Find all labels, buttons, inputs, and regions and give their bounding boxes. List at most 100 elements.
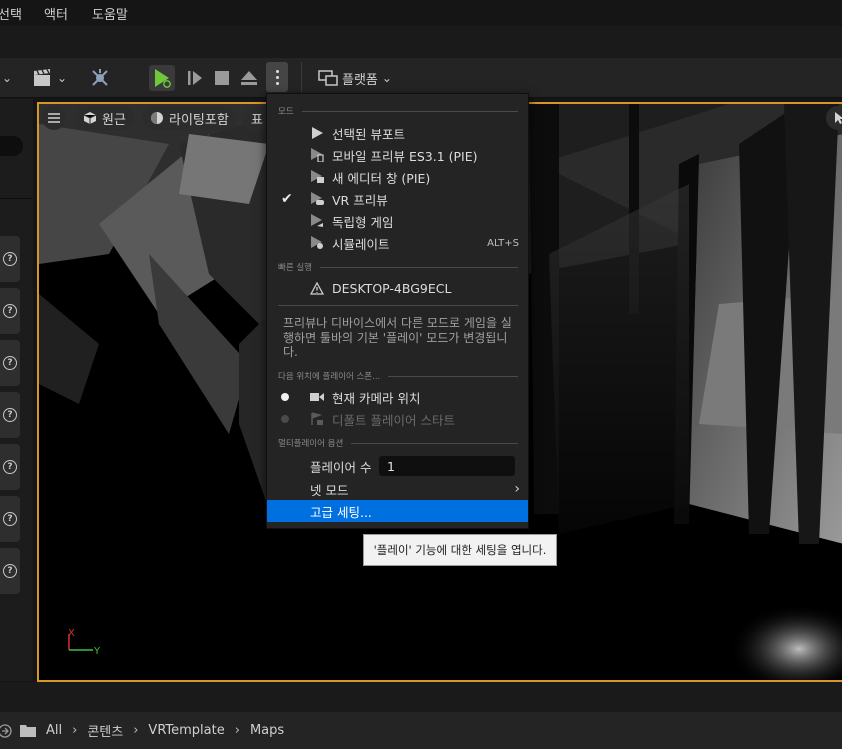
radio-selected-icon xyxy=(281,393,289,401)
help-button[interactable]: ? xyxy=(0,236,20,282)
breadcrumb-vrtemplate[interactable]: VRTemplate xyxy=(148,723,224,738)
breadcrumb-all[interactable]: All xyxy=(46,723,62,738)
play-icon xyxy=(155,69,171,88)
platform-label: 플랫폼 xyxy=(342,72,378,88)
camera-icon xyxy=(309,389,325,405)
help-button[interactable]: ? xyxy=(0,392,20,438)
eject-button[interactable] xyxy=(237,58,261,98)
section-modes: 모드 xyxy=(278,105,518,117)
platform-dropdown[interactable]: 플랫폼 ⌄ xyxy=(318,66,392,90)
axis-y-label: Y xyxy=(94,646,101,657)
tab-strip xyxy=(0,26,842,58)
menu-item-device[interactable]: DESKTOP-4BG9ECL xyxy=(267,277,528,299)
play-options-menu: 모드 선택된 뷰포트 모바일 프리뷰 ES3.1 (PIE) 새 에디터 창 (… xyxy=(266,93,529,529)
menu-item-vr-preview[interactable]: ✔ VR 프리뷰 xyxy=(267,188,528,210)
shortcut-label: ALT+S xyxy=(487,237,519,249)
section-spawn: 다음 위치에 플레이어 스폰... xyxy=(278,370,518,382)
toolbar-divider xyxy=(301,62,302,92)
radio-current-camera[interactable]: 현재 카메라 위치 xyxy=(267,386,528,408)
more-options-button[interactable] xyxy=(266,62,288,92)
section-multiplayer: 멀티플레이어 옵션 xyxy=(278,437,518,449)
platform-icon xyxy=(318,70,338,86)
checkmark-icon: ✔ xyxy=(281,191,293,207)
search-input[interactable] xyxy=(0,136,23,156)
frame-advance-icon xyxy=(188,71,202,85)
panel-divider xyxy=(0,198,33,199)
help-icon: ? xyxy=(3,564,17,578)
clapperboard-icon xyxy=(33,69,50,86)
perspective-label: 원근 xyxy=(102,112,126,128)
selection-marker xyxy=(546,104,564,106)
new-window-icon xyxy=(309,169,325,185)
vr-preview-icon xyxy=(309,191,325,207)
blueprint-icon xyxy=(92,69,108,86)
menu-item-advanced-settings[interactable]: 고급 세팅... xyxy=(267,500,528,522)
chevron-right-icon: › xyxy=(514,481,520,497)
lighting-button[interactable]: 라이팅포함 xyxy=(142,106,237,130)
player-count-label: 플레이어 수 xyxy=(310,459,372,475)
help-icon: ? xyxy=(3,356,17,370)
simulate-icon xyxy=(309,235,325,251)
frame-advance-button[interactable] xyxy=(183,58,207,98)
radio-unselected-icon xyxy=(281,415,289,423)
menu-actor[interactable]: 액터 xyxy=(44,4,68,23)
hamburger-icon xyxy=(48,113,60,123)
breadcrumb-content[interactable]: 콘텐츠 xyxy=(87,721,123,740)
cinematics-button[interactable]: ⌄ xyxy=(30,58,70,98)
mode-dropdown[interactable]: ⌄ xyxy=(0,58,14,98)
play-icon xyxy=(309,125,325,141)
menu-bar: 선택 액터 도움말 xyxy=(0,0,842,26)
help-button[interactable]: ? xyxy=(0,496,20,542)
standalone-icon xyxy=(309,213,325,229)
show-label: 표 xyxy=(251,112,263,128)
main-toolbar: ⌄ ⌄ xyxy=(0,58,842,98)
help-button[interactable]: ? xyxy=(0,288,20,334)
help-icon: ? xyxy=(3,408,17,422)
menu-item-new-editor-window[interactable]: 새 에디터 창 (PIE) xyxy=(267,166,528,188)
mobile-preview-icon xyxy=(309,147,325,163)
lighting-label: 라이팅포함 xyxy=(169,112,229,128)
menu-item-net-mode[interactable]: 넷 모드 › xyxy=(267,478,528,500)
viewport-menu-button[interactable] xyxy=(42,106,66,130)
menu-item-standalone-game[interactable]: 독립형 게임 xyxy=(267,210,528,232)
cube-icon xyxy=(83,112,97,124)
help-icon: ? xyxy=(3,252,17,266)
help-button[interactable]: ? xyxy=(0,444,20,490)
chevron-down-icon: ⌄ xyxy=(381,71,392,85)
breadcrumb-maps[interactable]: Maps xyxy=(250,723,284,738)
stop-icon xyxy=(215,71,229,85)
help-icon: ? xyxy=(3,460,17,474)
menu-item-simulate[interactable]: 시뮬레이트 ALT+S xyxy=(267,232,528,254)
stop-button[interactable] xyxy=(210,58,234,98)
menu-help[interactable]: 도움말 xyxy=(92,4,128,23)
folder-icon xyxy=(20,725,36,737)
content-browser-path: All › 콘텐츠 › VRTemplate › Maps xyxy=(0,712,842,749)
cursor-icon xyxy=(835,112,842,124)
play-button[interactable] xyxy=(149,65,175,91)
perspective-button[interactable]: 원근 xyxy=(75,106,134,130)
chevron-right-icon: › xyxy=(234,723,240,738)
mode-description: 프리뷰나 디바이스에서 다른 모드로 게임을 실행하면 툴바의 기본 '플레이'… xyxy=(283,316,512,359)
separator xyxy=(278,305,518,306)
status-strip xyxy=(0,682,842,712)
tooltip: '플레이' 기능에 대한 세팅을 엽니다. xyxy=(363,534,557,566)
menu-select[interactable]: 선택 xyxy=(0,4,22,23)
more-options-icon xyxy=(275,69,279,73)
eject-icon xyxy=(241,71,257,85)
chevron-right-icon: › xyxy=(133,723,139,738)
menu-item-selected-viewport[interactable]: 선택된 뷰포트 xyxy=(267,122,528,144)
chevron-right-icon: › xyxy=(72,723,78,738)
radio-default-player-start[interactable]: 디폴트 플레이어 스타트 xyxy=(267,408,528,430)
player-start-icon xyxy=(309,411,325,427)
help-icon: ? xyxy=(3,512,17,526)
chevron-down-icon: ⌄ xyxy=(56,71,68,85)
menu-item-mobile-preview[interactable]: 모바일 프리뷰 ES3.1 (PIE) xyxy=(267,144,528,166)
help-button[interactable]: ? xyxy=(0,548,20,594)
section-quick-launch: 빠른 실행 xyxy=(278,261,518,273)
help-button[interactable]: ? xyxy=(0,340,20,386)
history-icon[interactable] xyxy=(0,723,12,738)
blueprint-button[interactable] xyxy=(88,58,112,98)
selection-marker xyxy=(625,104,643,106)
player-count-input[interactable]: 1 xyxy=(379,456,515,476)
warning-icon xyxy=(309,280,325,296)
